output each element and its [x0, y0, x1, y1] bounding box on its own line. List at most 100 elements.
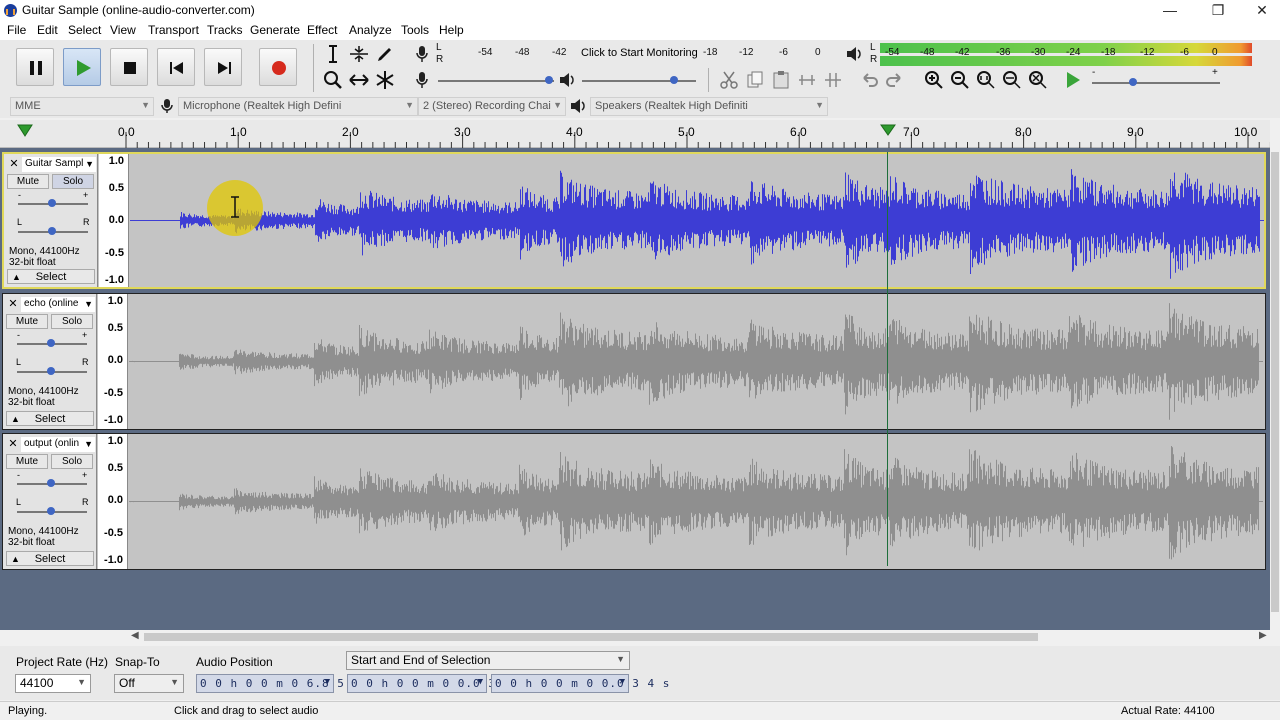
amplitude-ruler[interactable]: 1.0 0.5 0.0 -0.5 -1.0 [98, 294, 128, 429]
time-shift-tool[interactable] [348, 69, 370, 91]
play-speed-knob[interactable] [1129, 78, 1137, 86]
audio-position-field[interactable]: 0 0 h 0 0 m 0 6.8 5 s ▼ [196, 674, 359, 693]
menu-analyze[interactable]: Analyze [349, 23, 392, 37]
recording-channels-select[interactable]: 2 (Stereo) Recording Chai ▼ [418, 97, 566, 116]
zoom-out-button[interactable] [949, 69, 971, 91]
selection-tool[interactable] [322, 43, 344, 65]
audio-host-select[interactable]: MME ▼ [10, 97, 154, 116]
menu-tools[interactable]: Tools [401, 23, 429, 37]
audio-track[interactable]: ✕ Guitar Sampl ▼ Mute Solo - + L R Mono, … [2, 152, 1266, 289]
timeline-ruler[interactable]: 0.0 1.0 2.0 3.0 4.0 5.0 6.0 7.0 8.0 9.0 … [0, 120, 1270, 148]
record-meter-mic-icon[interactable] [414, 45, 430, 66]
solo-button[interactable]: Solo [51, 314, 93, 329]
menu-transport[interactable]: Transport [148, 23, 199, 37]
playback-volume-knob[interactable] [670, 76, 678, 84]
solo-button[interactable]: Solo [52, 174, 94, 189]
waveform[interactable] [129, 434, 1263, 569]
waveform[interactable] [129, 294, 1263, 429]
playback-device-select[interactable]: Speakers (Realtek High Definiti ▼ [590, 97, 828, 116]
copy-button[interactable] [744, 69, 766, 91]
menu-effect[interactable]: Effect [307, 23, 337, 37]
silence-button[interactable] [822, 69, 844, 91]
paste-button[interactable] [770, 69, 792, 91]
project-rate-select[interactable]: 44100 ▼ [15, 674, 91, 693]
solo-button[interactable]: Solo [51, 454, 93, 469]
skip-end-button[interactable] [204, 48, 242, 86]
playback-meter[interactable]: -54 -48 -42 -36 -30 -24 -18 -12 -6 0 [880, 42, 1258, 68]
track-control-panel[interactable]: ✕ output (onlin ▼ Mute Solo - + L R Mono,… [3, 434, 97, 569]
amplitude-ruler[interactable]: 1.0 0.5 0.0 -0.5 -1.0 [99, 154, 129, 287]
record-button[interactable] [259, 48, 297, 86]
mute-button[interactable]: Mute [7, 174, 49, 189]
track-control-panel[interactable]: ✕ echo (online ▼ Mute Solo - + L R Mono, … [3, 294, 97, 429]
menu-tracks[interactable]: Tracks [207, 23, 243, 37]
monitor-label[interactable]: Click to Start Monitoring [581, 47, 698, 59]
selection-end-field[interactable]: 0 0 h 0 0 m 0 0.0 3 4 s ▼ [491, 674, 669, 693]
selection-mode-select[interactable]: Start and End of Selection ▼ [346, 651, 630, 670]
menu-file[interactable]: File [7, 23, 26, 37]
menu-help[interactable]: Help [439, 23, 464, 37]
pan-knob[interactable] [47, 507, 55, 515]
stop-button[interactable] [110, 48, 148, 86]
menu-edit[interactable]: Edit [37, 23, 58, 37]
scroll-right-icon[interactable]: ▶ [1259, 630, 1267, 641]
zoom-in-button[interactable] [923, 69, 945, 91]
gain-knob[interactable] [47, 479, 55, 487]
recording-device-select[interactable]: Microphone (Realtek High Defini ▼ [178, 97, 418, 116]
cut-button[interactable] [718, 69, 740, 91]
vertical-scroll-thumb[interactable] [1271, 152, 1279, 612]
menu-view[interactable]: View [110, 23, 136, 37]
selection-start-field[interactable]: 0 0 h 0 0 m 0 0.0 3 4 s ▼ [347, 674, 525, 693]
envelope-tool[interactable] [348, 43, 370, 65]
track-name-menu[interactable]: Guitar Sampl ▼ [22, 157, 96, 172]
track-select-button[interactable]: ▲ Select [6, 551, 94, 566]
gain-knob[interactable] [48, 199, 56, 207]
skip-start-button[interactable] [157, 48, 195, 86]
track-name-menu[interactable]: echo (online ▼ [21, 297, 95, 312]
mute-button[interactable]: Mute [6, 454, 48, 469]
close-track-icon[interactable]: ✕ [6, 437, 20, 452]
play-speed-slider[interactable] [1092, 82, 1220, 84]
maximize-button[interactable]: ❐ [1196, 0, 1240, 21]
pan-knob[interactable] [48, 227, 56, 235]
track-select-button[interactable]: ▲ Select [6, 411, 94, 426]
fit-project-button[interactable] [1001, 69, 1023, 91]
fit-selection-button[interactable] [975, 69, 997, 91]
vertical-scrollbar[interactable] [1270, 148, 1280, 630]
minimize-button[interactable]: — [1148, 0, 1192, 21]
audio-track[interactable]: ✕ echo (online ▼ Mute Solo - + L R Mono, … [2, 293, 1266, 430]
zoom-toggle-button[interactable] [1027, 69, 1049, 91]
close-window-button[interactable]: ✕ [1240, 0, 1280, 21]
track-select-button[interactable]: ▲ Select [7, 269, 95, 284]
undo-button[interactable] [858, 69, 880, 91]
close-track-icon[interactable]: ✕ [7, 157, 21, 172]
play-at-speed-button[interactable] [1062, 69, 1084, 91]
play-button[interactable] [63, 48, 101, 86]
multi-tool[interactable] [374, 69, 396, 91]
close-track-icon[interactable]: ✕ [6, 297, 20, 312]
menu-generate[interactable]: Generate [250, 23, 300, 37]
redo-button[interactable] [884, 69, 906, 91]
mute-button[interactable]: Mute [6, 314, 48, 329]
pan-knob[interactable] [47, 367, 55, 375]
snap-to-select[interactable]: Off ▼ [114, 674, 184, 693]
track-name-menu[interactable]: output (onlin ▼ [21, 437, 95, 452]
scroll-left-icon[interactable]: ◀ [131, 630, 139, 641]
zoom-tool[interactable] [322, 69, 344, 91]
record-volume-knob[interactable] [545, 76, 553, 84]
record-volume-slider[interactable] [438, 80, 554, 82]
horizontal-scroll-thumb[interactable] [144, 633, 1038, 641]
horizontal-scrollbar[interactable]: ◀ ▶ [128, 630, 1270, 644]
playback-meter-speaker[interactable] [845, 45, 863, 66]
menu-select[interactable]: Select [68, 23, 101, 37]
amplitude-ruler[interactable]: 1.0 0.5 0.0 -0.5 -1.0 [98, 434, 128, 569]
waveform[interactable] [130, 154, 1264, 287]
gain-knob[interactable] [47, 339, 55, 347]
recording-meter[interactable]: -54 -48 -42 Click to Start Monitoring -1… [446, 43, 826, 65]
track-control-panel[interactable]: ✕ Guitar Sampl ▼ Mute Solo - + L R Mono, … [4, 154, 98, 287]
draw-tool[interactable] [374, 43, 396, 65]
trim-button[interactable] [796, 69, 818, 91]
audio-track[interactable]: ✕ output (onlin ▼ Mute Solo - + L R Mono,… [2, 433, 1266, 570]
playback-volume-slider[interactable] [582, 80, 696, 82]
pause-button[interactable] [16, 48, 54, 86]
